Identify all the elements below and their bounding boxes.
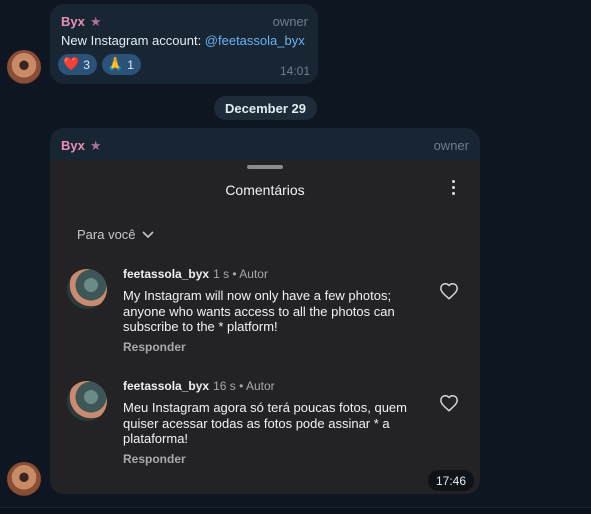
message-time: 17:46 [428,470,474,491]
chevron-down-icon [141,230,154,238]
reaction-pray[interactable]: 🙏 1 [102,54,141,75]
heart-icon [440,394,458,412]
reply-link: Responder [123,452,186,466]
reaction-count: 3 [83,57,90,72]
message-time: 14:01 [279,64,310,78]
reply-link: Responder [123,340,186,354]
comment-username: feetassola_byx 1 s • Autor [123,267,268,281]
comment-text: My Instagram will now only have a few ph… [123,288,395,334]
drag-handle [247,165,283,169]
comments-title: Comentários [225,182,305,198]
sender-avatar[interactable] [7,462,41,496]
role-badge: owner [433,138,469,153]
role-badge: owner [272,14,308,29]
sender-avatar[interactable] [7,50,41,84]
sender-name[interactable]: Byx ★ [61,14,102,30]
star-icon: ★ [89,138,102,153]
comment-username: feetassola_byx 16 s • Autor [123,379,275,393]
comment-meta: 16 s • Autor [213,379,275,393]
more-options-icon [450,180,456,200]
filter-dropdown: Para você [77,227,154,242]
comment-avatar [67,269,107,309]
comment-text: Meu Instagram agora só terá poucas fotos… [123,400,407,446]
reaction-count: 1 [127,57,134,72]
heart-emoji-icon: ❤️ [63,57,80,72]
comment-meta: 1 s • Autor [213,267,268,281]
pray-emoji-icon: 🙏 [107,57,124,72]
sender-name[interactable]: Byx ★ [61,138,102,154]
message-bubble-1[interactable]: Byx ★ owner New Instagram account: @feeta… [50,4,318,84]
message-text: New Instagram account: @feetassola_byx [61,33,305,48]
comment-avatar [67,381,107,421]
reaction-heart[interactable]: ❤️ 3 [58,54,97,75]
heart-icon [440,282,458,300]
star-icon: ★ [89,14,102,29]
instagram-mention-link[interactable]: @feetassola_byx [205,33,305,48]
date-separator: December 29 [214,96,317,120]
instagram-comments-screenshot[interactable]: Comentários Para você feetassola_byx 1 s … [50,160,480,494]
